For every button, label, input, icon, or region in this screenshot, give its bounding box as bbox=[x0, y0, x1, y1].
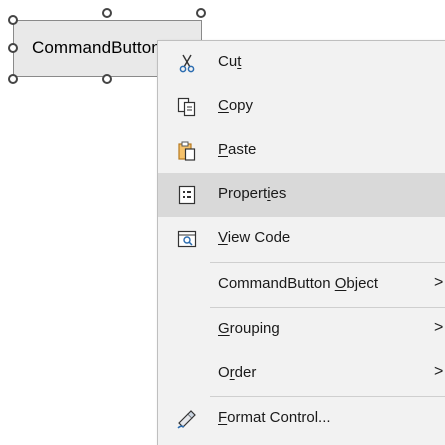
resize-handle-bottom-middle[interactable] bbox=[102, 74, 112, 84]
menu-label-view-code: View Code bbox=[218, 229, 291, 246]
menu-item-commandbutton-object[interactable]: CommandButton Object > bbox=[158, 263, 445, 307]
menu-item-cut[interactable]: Cut bbox=[158, 41, 445, 85]
menu-item-copy[interactable]: Copy bbox=[158, 85, 445, 129]
paste-icon bbox=[176, 140, 198, 162]
submenu-arrow-icon: > bbox=[434, 274, 444, 291]
menu-label-grouping: Grouping bbox=[218, 320, 280, 337]
menu-label-paste: Paste bbox=[218, 141, 257, 158]
resize-handle-top-right[interactable] bbox=[196, 8, 206, 18]
properties-icon bbox=[176, 184, 198, 206]
submenu-arrow-icon: > bbox=[434, 319, 444, 336]
menu-item-properties[interactable]: Properties bbox=[158, 173, 445, 217]
menu-label-order: Order bbox=[218, 364, 257, 381]
context-menu: Cut Copy Paste Properties View Code Comm… bbox=[157, 40, 445, 445]
resize-handle-middle-left[interactable] bbox=[8, 43, 18, 53]
design-surface: CommandButton1 Cut Copy Paste Properties… bbox=[0, 0, 445, 445]
view-code-icon bbox=[176, 228, 198, 250]
command-button-caption: CommandButton1 bbox=[32, 38, 171, 57]
copy-icon bbox=[176, 96, 198, 118]
menu-item-format-control[interactable]: Format Control... bbox=[158, 397, 445, 441]
menu-label-copy: Copy bbox=[218, 97, 254, 114]
menu-label-cut: Cut bbox=[218, 53, 242, 70]
menu-label-properties: Properties bbox=[218, 185, 287, 202]
scissors-icon bbox=[176, 52, 198, 74]
menu-item-paste[interactable]: Paste bbox=[158, 129, 445, 173]
menu-label-commandbutton-object: CommandButton Object bbox=[218, 275, 379, 292]
submenu-arrow-icon: > bbox=[434, 363, 444, 380]
menu-item-grouping[interactable]: Grouping > bbox=[158, 308, 445, 352]
resize-handle-top-left[interactable] bbox=[8, 15, 18, 25]
resize-handle-bottom-left[interactable] bbox=[8, 74, 18, 84]
menu-item-view-code[interactable]: View Code bbox=[158, 217, 445, 261]
resize-handle-top-middle[interactable] bbox=[102, 8, 112, 18]
format-control-icon bbox=[176, 408, 198, 430]
menu-item-order[interactable]: Order > bbox=[158, 352, 445, 396]
menu-label-format-control: Format Control... bbox=[218, 409, 331, 426]
